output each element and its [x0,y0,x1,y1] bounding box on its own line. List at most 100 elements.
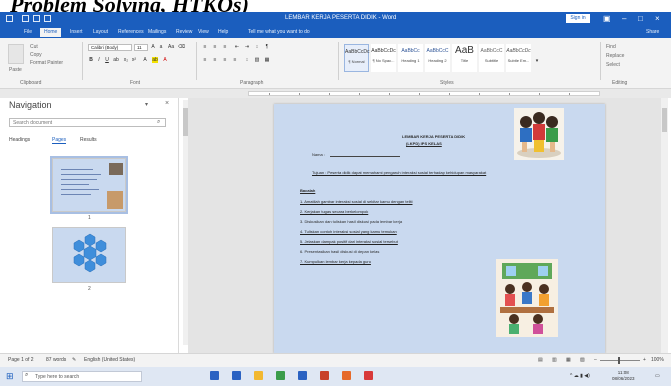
underline-icon[interactable]: U [104,57,110,63]
style-subtle-emphasis[interactable]: AaBbCcDc Subtle Em... [506,44,531,72]
shrink-font-icon[interactable]: a [158,44,164,50]
font-size-select[interactable]: 11 [134,44,148,51]
subscript-icon[interactable]: x₂ [123,57,129,63]
style-no-spacing[interactable]: AaBbCcDc ¶ No Spac... [371,44,396,72]
page-thumbnail-1[interactable] [50,156,128,214]
print-layout-icon[interactable]: ▦ [566,357,571,363]
document-page[interactable]: LEMBAR KERJA PESERTA DIDIK (LKPD) IPS KE… [274,104,605,353]
nav-search-input[interactable]: Search document [9,118,166,127]
show-marks-icon[interactable]: ¶ [264,44,270,50]
paste-icon[interactable] [8,44,24,64]
font-color-icon[interactable]: A [162,57,168,63]
nav-options-icon[interactable]: ▾ [145,101,148,108]
tray-icons[interactable]: ^ ☁ ▮ ◀) [570,373,590,379]
word-count[interactable]: 87 words [46,357,66,363]
tab-file[interactable]: File [24,28,32,37]
word-taskbar-icon[interactable] [298,371,307,380]
undo-icon[interactable] [33,15,40,22]
decrease-indent-icon[interactable]: ⇤ [234,44,240,50]
powerpoint-taskbar-icon[interactable] [320,371,329,380]
tab-view[interactable]: View [198,28,209,37]
borders-icon[interactable]: ▦ [264,57,270,63]
style-heading-2[interactable]: AaBbCcC Heading 2 [425,44,450,72]
task-view-icon[interactable] [210,371,219,380]
proofing-icon[interactable]: ✎ [72,357,76,363]
replace-button[interactable]: Replace [606,53,624,59]
minimize-icon[interactable]: – [622,14,626,23]
align-left-icon[interactable]: ≡ [202,57,208,63]
tell-me-search[interactable]: Tell me what you want to do [248,28,310,37]
zoom-slider[interactable] [600,360,640,361]
select-button[interactable]: Select [606,62,620,68]
style-heading-1[interactable]: AaBbCc Heading 1 [398,44,423,72]
tab-references[interactable]: References [118,28,144,37]
chrome-icon[interactable] [276,371,285,380]
share-button[interactable]: Share [646,28,659,37]
numbering-icon[interactable]: ≡ [212,44,218,50]
nav-tab-results[interactable]: Results [80,137,97,143]
sort-icon[interactable]: ↕ [254,44,260,50]
styles-more-icon[interactable]: ▾ [534,58,540,64]
highlight-icon[interactable]: ab [152,57,158,63]
tab-layout[interactable]: Layout [93,28,108,37]
document-scrollbar[interactable] [661,98,668,353]
notifications-icon[interactable]: ▭ [655,373,660,379]
align-center-icon[interactable]: ≡ [212,57,218,63]
app-taskbar-icon[interactable] [342,371,351,380]
read-mode-icon[interactable]: ▥ [552,357,557,363]
horizontal-ruler[interactable] [0,89,671,98]
sign-in-button[interactable]: Sign in [566,14,590,23]
taskbar-search[interactable]: Type here to search [22,371,142,382]
multilevel-list-icon[interactable]: ≡ [222,44,228,50]
tab-insert[interactable]: Insert [70,28,83,37]
redo-icon[interactable] [44,15,51,22]
style-title[interactable]: AaB Title [452,44,477,72]
strikethrough-icon[interactable]: ab [113,57,119,63]
ribbon-display-icon[interactable]: ▣ [603,14,611,23]
save-icon[interactable] [22,15,29,22]
italic-icon[interactable]: I [96,57,102,63]
superscript-icon[interactable]: x² [131,57,137,63]
close-icon[interactable]: × [655,14,660,23]
text-effects-icon[interactable]: A [142,57,148,63]
web-layout-icon[interactable]: ▧ [580,357,585,363]
page-info[interactable]: Page 1 of 2 [8,357,34,363]
nav-close-icon[interactable]: × [165,100,169,107]
grow-font-icon[interactable]: A [150,44,156,50]
bullets-icon[interactable]: ≡ [202,44,208,50]
style-subtitle[interactable]: AaBbCcC Subtitle [479,44,504,72]
tab-mailings[interactable]: Mailings [148,28,166,37]
media-taskbar-icon[interactable] [364,371,373,380]
line-spacing-icon[interactable]: ↕ [244,57,250,63]
align-right-icon[interactable]: ≡ [222,57,228,63]
format-painter-button[interactable]: Format Painter [30,60,63,66]
bold-icon[interactable]: B [88,57,94,63]
increase-indent-icon[interactable]: ⇥ [244,44,250,50]
justify-icon[interactable]: ≡ [232,57,238,63]
change-case-icon[interactable]: Aa [168,44,174,50]
find-button[interactable]: Find [606,44,616,50]
tab-home[interactable]: Home [40,28,62,37]
page-thumbnail-2[interactable] [52,227,126,283]
font-name-select[interactable]: Calibri (Body) [88,44,132,51]
zoom-level[interactable]: 100% [651,357,664,363]
nav-tab-headings[interactable]: Headings [9,137,30,143]
clear-format-icon[interactable]: ⌫ [178,44,185,50]
cut-button[interactable]: Cut [30,44,38,50]
focus-mode-icon[interactable]: ▤ [538,357,543,363]
search-icon[interactable]: ⌕ [157,119,160,126]
file-explorer-icon[interactable] [254,371,263,380]
maximize-icon[interactable]: □ [638,14,643,23]
zoom-out-icon[interactable]: – [594,357,597,363]
zoom-slider-knob[interactable] [618,357,620,364]
tab-help[interactable]: Help [218,28,228,37]
nav-tab-pages[interactable]: Pages [52,137,67,144]
shading-icon[interactable]: ▧ [254,57,260,63]
style-normal[interactable]: AaBbCcDc ¶ Normal [344,44,369,72]
language-status[interactable]: English (United States) [84,357,135,363]
clock[interactable]: 11:08 08/06/2023 [612,370,635,382]
edge-icon[interactable] [232,371,241,380]
tab-review[interactable]: Review [176,28,192,37]
zoom-in-icon[interactable]: + [643,357,646,363]
windows-start-icon[interactable]: ⊞ [6,371,14,382]
